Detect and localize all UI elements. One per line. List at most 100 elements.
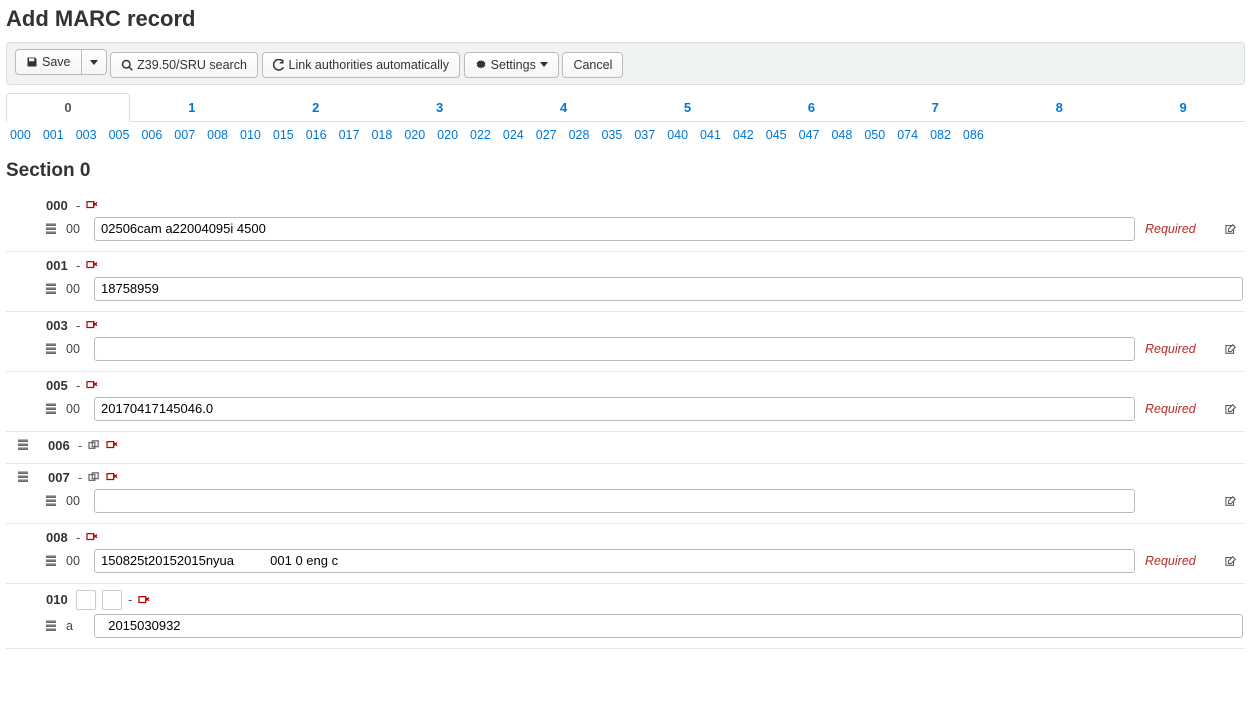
edit-subfield-icon[interactable] — [1225, 555, 1243, 567]
dash-separator: - — [76, 530, 80, 545]
tag-link-047[interactable]: 047 — [799, 128, 820, 142]
tag-link-022[interactable]: 022 — [470, 128, 491, 142]
gear-icon — [475, 59, 487, 71]
delete-field-icon[interactable] — [138, 595, 150, 605]
tag-link-020[interactable]: 020 — [437, 128, 458, 142]
page-title: Add MARC record — [6, 6, 1245, 32]
marc-field-010: 010-a — [6, 584, 1245, 649]
dash-separator: - — [76, 318, 80, 333]
edit-subfield-icon[interactable] — [1225, 403, 1243, 415]
delete-field-icon[interactable] — [86, 380, 98, 390]
tag-link-040[interactable]: 040 — [667, 128, 688, 142]
section-tab-1[interactable]: 1 — [130, 93, 254, 121]
subfield-code: 00 — [66, 222, 84, 236]
field-actions — [86, 260, 98, 270]
duplicate-field-icon[interactable] — [88, 440, 100, 450]
drag-handle-icon[interactable] — [46, 620, 56, 632]
link-authorities-button[interactable]: Link authorities automatically — [262, 52, 461, 78]
tag-link-001[interactable]: 001 — [43, 128, 64, 142]
drag-handle-icon[interactable] — [46, 343, 56, 355]
delete-field-icon[interactable] — [106, 472, 118, 482]
tag-link-027[interactable]: 027 — [536, 128, 557, 142]
edit-subfield-icon[interactable] — [1225, 495, 1243, 507]
tag-link-045[interactable]: 045 — [766, 128, 787, 142]
subfield-input[interactable] — [94, 337, 1135, 361]
subfield-code: 00 — [66, 342, 84, 356]
indicator-2-input[interactable] — [102, 590, 122, 610]
subfield-input[interactable] — [94, 489, 1135, 513]
subfield-input[interactable] — [94, 217, 1135, 241]
delete-field-icon[interactable] — [86, 260, 98, 270]
subfield-code: 00 — [66, 402, 84, 416]
section-tab-6[interactable]: 6 — [749, 93, 873, 121]
tag-number: 001 — [46, 258, 70, 273]
delete-field-icon[interactable] — [86, 320, 98, 330]
tag-link-006[interactable]: 006 — [141, 128, 162, 142]
dash-separator: - — [78, 438, 82, 453]
tag-link-000[interactable]: 000 — [10, 128, 31, 142]
drag-handle-icon[interactable] — [46, 283, 56, 295]
section-tab-3[interactable]: 3 — [378, 93, 502, 121]
settings-button[interactable]: Settings — [464, 52, 559, 78]
delete-field-icon[interactable] — [106, 440, 118, 450]
subfield-input[interactable] — [94, 397, 1135, 421]
z3950-search-button[interactable]: Z39.50/SRU search — [110, 52, 258, 78]
tag-link-042[interactable]: 042 — [733, 128, 754, 142]
drag-handle-icon[interactable] — [18, 439, 28, 451]
tag-link-005[interactable]: 005 — [109, 128, 130, 142]
tag-link-086[interactable]: 086 — [963, 128, 984, 142]
drag-handle-icon[interactable] — [46, 555, 56, 567]
subfield-input[interactable] — [94, 549, 1135, 573]
required-label: Required — [1145, 402, 1215, 416]
drag-handle-icon[interactable] — [46, 403, 56, 415]
drag-handle-icon[interactable] — [46, 495, 56, 507]
dash-separator: - — [128, 592, 132, 607]
tag-link-015[interactable]: 015 — [273, 128, 294, 142]
tag-link-007[interactable]: 007 — [174, 128, 195, 142]
link-authorities-label: Link authorities automatically — [289, 58, 450, 72]
drag-handle-icon[interactable] — [46, 223, 56, 235]
indicator-1-input[interactable] — [76, 590, 96, 610]
section-tab-0[interactable]: 0 — [6, 93, 130, 122]
marc-field-008: 008-00Required — [6, 524, 1245, 584]
tag-link-028[interactable]: 028 — [569, 128, 590, 142]
field-actions — [86, 532, 98, 542]
tag-link-017[interactable]: 017 — [339, 128, 360, 142]
tag-link-020[interactable]: 020 — [404, 128, 425, 142]
tag-link-035[interactable]: 035 — [601, 128, 622, 142]
duplicate-field-icon[interactable] — [88, 472, 100, 482]
save-button[interactable]: Save — [15, 49, 82, 75]
tag-link-037[interactable]: 037 — [634, 128, 655, 142]
tag-link-010[interactable]: 010 — [240, 128, 261, 142]
tag-link-074[interactable]: 074 — [897, 128, 918, 142]
tag-link-008[interactable]: 008 — [207, 128, 228, 142]
section-tab-9[interactable]: 9 — [1121, 93, 1245, 121]
section-tab-4[interactable]: 4 — [502, 93, 626, 121]
section-tab-2[interactable]: 2 — [254, 93, 378, 121]
tag-link-048[interactable]: 048 — [831, 128, 852, 142]
tag-link-024[interactable]: 024 — [503, 128, 524, 142]
section-tab-5[interactable]: 5 — [626, 93, 750, 121]
edit-subfield-icon[interactable] — [1225, 343, 1243, 355]
section-tab-7[interactable]: 7 — [873, 93, 997, 121]
tag-link-050[interactable]: 050 — [864, 128, 885, 142]
delete-field-icon[interactable] — [86, 200, 98, 210]
edit-subfield-icon[interactable] — [1225, 223, 1243, 235]
section-tab-8[interactable]: 8 — [997, 93, 1121, 121]
subfield-code: 00 — [66, 554, 84, 568]
subfield-input[interactable] — [94, 614, 1243, 638]
tag-link-082[interactable]: 082 — [930, 128, 951, 142]
delete-field-icon[interactable] — [86, 532, 98, 542]
subfield-code: 00 — [66, 494, 84, 508]
tag-link-016[interactable]: 016 — [306, 128, 327, 142]
subfield-input[interactable] — [94, 277, 1243, 301]
required-label: Required — [1145, 222, 1215, 236]
drag-handle-icon[interactable] — [18, 471, 28, 483]
cancel-button[interactable]: Cancel — [562, 52, 623, 78]
field-header: 008- — [18, 530, 1243, 545]
save-dropdown-toggle[interactable] — [82, 49, 107, 75]
tag-link-041[interactable]: 041 — [700, 128, 721, 142]
tag-link-018[interactable]: 018 — [371, 128, 392, 142]
tag-link-bar: 000 001 003 005 006 007 008 010 015 016 017 018 020 0… — [6, 122, 1245, 146]
tag-link-003[interactable]: 003 — [76, 128, 97, 142]
